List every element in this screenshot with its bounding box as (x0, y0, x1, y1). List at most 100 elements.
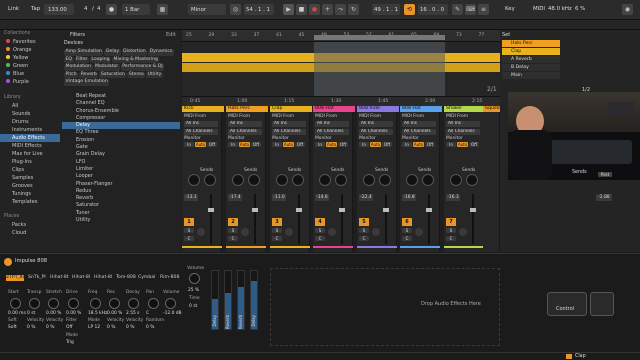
filter-tag[interactable]: Performance & DJ (120, 64, 165, 71)
record-icon[interactable]: ● (309, 4, 320, 15)
browser-item[interactable]: Beat Repeat (62, 93, 180, 100)
filter-tag[interactable]: Pitch (64, 71, 79, 78)
impulse-pad[interactable]: Hihat-8l (72, 275, 90, 281)
send-b-knob[interactable] (466, 174, 478, 186)
capture-icon[interactable]: ↻ (348, 4, 359, 15)
position-field[interactable]: 54 . 1 . 1 (244, 4, 274, 15)
crossfade-button[interactable]: C (315, 236, 325, 241)
volume-fader[interactable] (426, 208, 432, 212)
monitor-in[interactable]: In (272, 142, 282, 147)
send-a-knob[interactable] (363, 174, 375, 186)
crossfade-button[interactable]: C (446, 236, 456, 241)
browser-item[interactable]: Chorus-Ensemble (62, 108, 180, 115)
filter-tag[interactable]: Reverb (79, 71, 99, 78)
send-b-knob[interactable] (379, 174, 391, 186)
solo-button[interactable]: S (359, 228, 369, 233)
send-b-knob[interactable] (204, 174, 216, 186)
impulse-pad[interactable]: Cymbal (138, 275, 155, 281)
browser-item[interactable]: EQ Three (62, 129, 180, 136)
send-strip[interactable]: Reverb (224, 270, 232, 330)
impulse-pad[interactable]: SnTk_Pl (28, 275, 46, 281)
track-activator[interactable]: 4 (315, 218, 325, 226)
param2-value[interactable]: 0 % (126, 325, 134, 330)
browser-item[interactable]: Saturator (62, 202, 180, 209)
loop-icon[interactable]: ⟲ (404, 4, 415, 15)
midi-channel-select[interactable]: All Channels (184, 129, 218, 135)
monitor-auto[interactable]: Auto (370, 142, 381, 147)
param-knob[interactable] (148, 298, 159, 309)
browser-item[interactable]: Channel EQ (62, 100, 180, 107)
volume-fader[interactable] (470, 208, 476, 212)
arm-icon[interactable] (285, 228, 293, 236)
track-activator[interactable]: 7 (446, 218, 456, 226)
midi-channel-select[interactable]: All Channels (228, 129, 262, 135)
midi-channel-select[interactable]: All Channels (359, 129, 393, 135)
solo-button[interactable]: S (184, 228, 194, 233)
volume-value[interactable]: -13.1 (184, 194, 198, 201)
browser-item[interactable]: Looper (62, 173, 180, 180)
param2-value[interactable]: 0 % (27, 325, 35, 330)
browser-item[interactable]: Limiter (62, 166, 180, 173)
monitor-auto[interactable]: Auto (457, 142, 468, 147)
midi-channel-select[interactable]: All Channels (272, 129, 306, 135)
solo-button[interactable]: S (315, 228, 325, 233)
metronome-icon[interactable]: ● (106, 4, 117, 15)
session-track[interactable]: Hats Perc (502, 40, 560, 47)
filter-tag[interactable]: Modulator (93, 64, 120, 71)
arrangement-position[interactable]: 49 . 1 . 1 (372, 4, 400, 15)
impulse-pad[interactable]: Hihat-8l (94, 275, 112, 281)
drop-zone[interactable]: Drop Audio Effects Here (270, 268, 500, 346)
volume-value[interactable]: -14.6 (315, 194, 329, 201)
impulse-pad[interactable]: Hihat-8t (50, 275, 69, 281)
filter-tag[interactable]: Looping (89, 56, 112, 63)
track-activator[interactable]: 2 (228, 218, 238, 226)
filter-tag[interactable]: Stereo (127, 71, 146, 78)
volume-fader[interactable] (339, 208, 345, 212)
filter-tag[interactable]: Delay (104, 49, 121, 56)
solo-button[interactable]: S (446, 228, 456, 233)
monitor-in[interactable]: In (315, 142, 325, 147)
scale-icon[interactable]: ▦ (157, 4, 168, 15)
collection-favorites[interactable]: Favorites (0, 38, 60, 46)
send-b-knob[interactable] (335, 174, 347, 186)
collection-yellow[interactable]: Yellow (0, 54, 60, 62)
loop-length[interactable]: 16 . 0 . 0 (418, 4, 448, 15)
midi-from-select[interactable]: All Ins (228, 121, 262, 127)
key-map-label[interactable]: Key (505, 6, 515, 12)
monitor-off[interactable]: Off (295, 142, 305, 147)
browser-item[interactable]: LFO (62, 159, 180, 166)
collection-green[interactable]: Green (0, 62, 60, 70)
library-templates[interactable]: Templates (0, 198, 60, 206)
filter-tag[interactable]: Utility (146, 71, 163, 78)
volume-value[interactable]: -22.4 (359, 194, 373, 201)
monitor-off[interactable]: Off (382, 142, 392, 147)
param2-value[interactable]: Soft (8, 325, 17, 330)
library-tunings[interactable]: Tunings (0, 190, 60, 198)
param-knob[interactable] (165, 298, 176, 309)
impulse-volume-knob[interactable] (189, 273, 200, 284)
crossfade-button[interactable]: C (272, 236, 282, 241)
monitor-off[interactable]: Off (251, 142, 261, 147)
volume-fader[interactable] (383, 208, 389, 212)
monitor-in[interactable]: In (402, 142, 412, 147)
track-activator[interactable]: 1 (184, 218, 194, 226)
send-strip[interactable]: Delay (211, 270, 219, 330)
param2-value[interactable]: 0 % (107, 325, 115, 330)
send-a-knob[interactable] (276, 174, 288, 186)
midi-from-select[interactable]: All Ins (446, 121, 480, 127)
midi-from-select[interactable]: All Ins (184, 121, 218, 127)
monitor-auto[interactable]: Auto (283, 142, 294, 147)
filter-tag[interactable]: Vintage Emulation (64, 79, 110, 86)
param-knob[interactable] (29, 298, 40, 309)
library-all[interactable]: All (0, 102, 60, 110)
browser-item[interactable]: Phaser-Flanger (62, 181, 180, 188)
library-clips[interactable]: Clips (0, 166, 60, 174)
library-plugins[interactable]: Plug-Ins (0, 158, 60, 166)
send-a-knob[interactable] (319, 174, 331, 186)
library-instruments[interactable]: Instruments (0, 126, 60, 134)
places-packs[interactable]: Packs (0, 221, 60, 229)
link-label[interactable]: Link (8, 6, 19, 12)
midi-map-label[interactable]: MIDI (533, 6, 545, 12)
monitor-auto[interactable]: Auto (326, 142, 337, 147)
impulse-pad[interactable]: ZTPT_Ki (6, 275, 25, 281)
